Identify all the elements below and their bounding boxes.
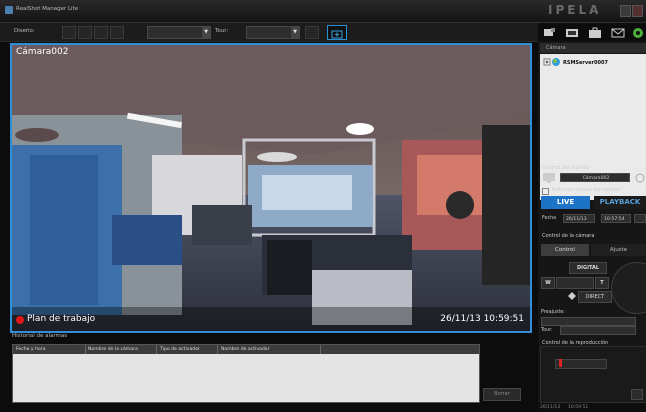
date-field[interactable]: 26/11/13: [563, 214, 595, 223]
playback-timeline[interactable]: [555, 359, 607, 369]
close-button[interactable]: [632, 5, 643, 17]
preset-select[interactable]: [541, 317, 636, 326]
live-button[interactable]: LIVE: [541, 196, 590, 209]
direct-button[interactable]: DIRECT: [578, 291, 612, 303]
layout-label: Diseño:: [14, 28, 35, 34]
server-tree-item[interactable]: RSMServer0007: [563, 60, 608, 66]
playback-button[interactable]: PLAYBACK: [594, 196, 646, 209]
preset-label: Preajuste:: [541, 310, 565, 315]
digital-button[interactable]: DIGITAL: [569, 262, 607, 274]
status-date: 26/11/13: [540, 405, 561, 410]
clear-button[interactable]: Borrar: [483, 388, 521, 401]
briefcase-icon[interactable]: [587, 26, 603, 39]
app-icon: [5, 6, 13, 14]
status-bar: 26/11/13 10:59:51: [538, 403, 646, 412]
layout-button-4[interactable]: [110, 26, 124, 39]
add-monitor-button[interactable]: [327, 25, 347, 40]
brand-logo: IPELA: [548, 3, 602, 17]
minimize-button[interactable]: [620, 5, 631, 17]
column-divider: [156, 345, 157, 354]
all-frames-checkbox[interactable]: [542, 188, 549, 195]
layout-button-3[interactable]: [94, 26, 108, 39]
recorder-icon[interactable]: [564, 26, 580, 39]
column-header-trigger-type[interactable]: Tipo de activador: [160, 347, 200, 352]
column-header-camera-name[interactable]: Nombre de la cámara: [88, 347, 138, 352]
column-divider: [217, 345, 218, 354]
timestamp: 26/11/13 10:59:51: [440, 314, 524, 324]
column-header-datetime[interactable]: Fecha y hora: [16, 347, 46, 352]
playback-control-area[interactable]: [540, 346, 646, 403]
tour-label: Tour:: [541, 328, 553, 333]
layout-button-2[interactable]: [78, 26, 92, 39]
video-view[interactable]: Cámara002 Plan de trabajo 26/11/13 10:59…: [10, 43, 532, 333]
camera-control-title: Control de la cámara: [542, 233, 595, 239]
snapshot-button[interactable]: [631, 389, 643, 400]
alarm-history-table[interactable]: Fecha y hora Nombre de la cámara Tipo de…: [12, 344, 480, 403]
direct-icon: [568, 292, 576, 300]
monitor-icon: [543, 173, 555, 183]
zoom-wide-button[interactable]: W: [541, 277, 555, 289]
time-spinner[interactable]: [634, 214, 646, 223]
tab-adjust[interactable]: Ajuste: [591, 244, 646, 256]
title-bar: RealShot Manager Lite IPELA: [0, 0, 646, 23]
monitor-camera-field[interactable]: Cámara002: [560, 173, 630, 182]
chevron-down-icon: ▼: [291, 27, 299, 38]
camera-icon[interactable]: [541, 26, 557, 39]
column-divider: [320, 345, 321, 354]
zoom-slider[interactable]: [556, 277, 594, 289]
tour-play-button[interactable]: [305, 26, 319, 39]
record-indicator-icon: [16, 316, 24, 324]
tab-control[interactable]: Control: [541, 244, 589, 256]
alarm-history-title: Historial de alarmas: [12, 333, 68, 339]
column-header-trigger-name[interactable]: Nombre de activador: [221, 347, 269, 352]
column-divider: [85, 345, 86, 354]
table-header: Fecha y hora Nombre de la cámara Tipo de…: [13, 345, 479, 354]
tour-label: Tour:: [215, 28, 229, 34]
all-frames-label: Todos los marcos del monitor: [551, 188, 622, 193]
layout-select[interactable]: ▼: [147, 26, 211, 39]
chevron-down-icon: ▼: [202, 27, 210, 38]
tour-select[interactable]: ▼: [246, 26, 300, 39]
layout-button-1[interactable]: [62, 26, 76, 39]
time-field[interactable]: 10:57:54: [601, 214, 631, 223]
expand-icon[interactable]: [543, 58, 561, 68]
settings-icon[interactable]: [630, 26, 646, 39]
camera-name-label: Cámara002: [16, 47, 69, 57]
monitor-control-title: Control del monitor: [542, 165, 591, 171]
date-label: Fecha: [542, 216, 557, 221]
camera-tour-select[interactable]: [560, 326, 636, 335]
camera-panel-header: Cámara: [540, 43, 646, 53]
zoom-tele-button[interactable]: T: [595, 277, 609, 289]
toolbar: Diseño: ▼ Tour: ▼: [0, 23, 538, 42]
refresh-icon[interactable]: [634, 172, 646, 184]
window-title: RealShot Manager Lite: [16, 6, 79, 12]
playback-position-marker[interactable]: [559, 359, 562, 367]
monitor-icon: [331, 30, 343, 39]
mail-icon[interactable]: [610, 26, 626, 39]
schedule-label: Plan de trabajo: [27, 314, 96, 324]
status-time: 10:59:51: [568, 405, 589, 410]
camera-feed-image: [12, 45, 530, 331]
